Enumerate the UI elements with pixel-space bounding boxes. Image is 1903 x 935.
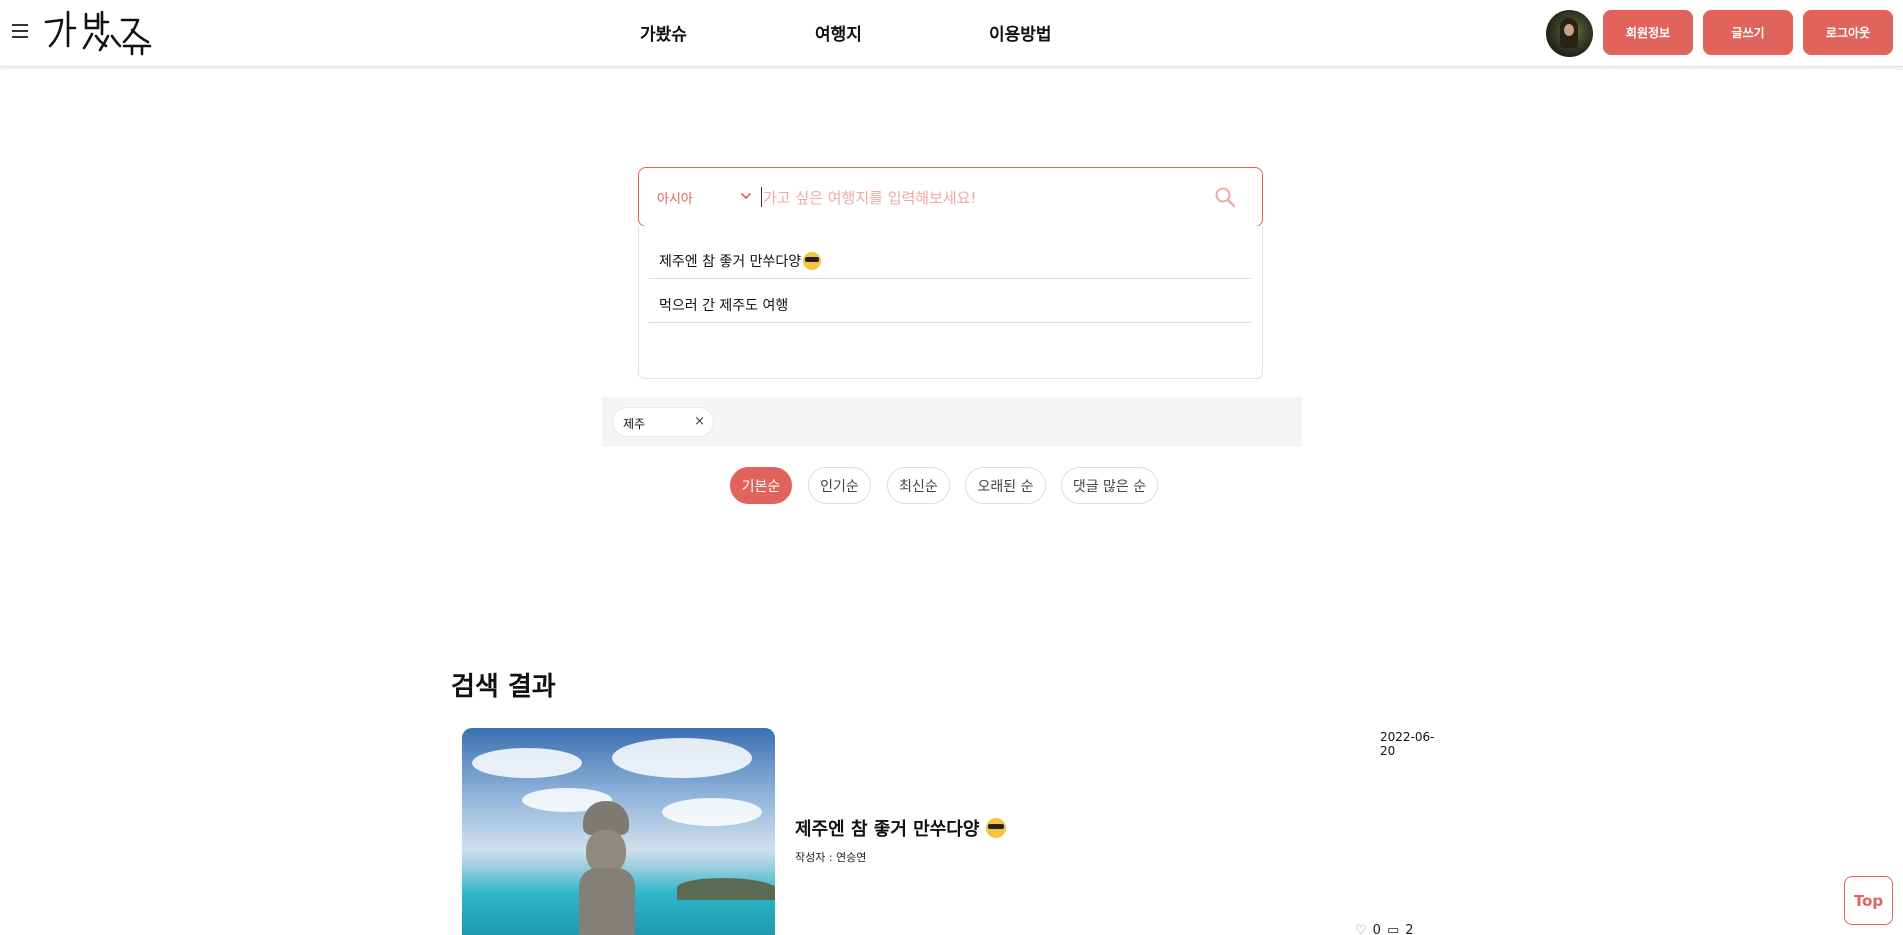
text-cursor <box>761 187 762 207</box>
sort-oldest-button[interactable]: 오래된 순 <box>965 467 1046 504</box>
sort-newest-button[interactable]: 최신순 <box>887 467 950 504</box>
comment-count: 2 <box>1405 923 1414 935</box>
results-heading: 검색 결과 <box>451 672 556 702</box>
post-title-text: 제주엔 참 좋거 만쑤다양 <box>795 819 980 840</box>
search-suggestions: 제주엔 참 좋거 만쑤다양 먹으러 간 제주도 여행 <box>638 226 1263 379</box>
suggestion-text: 제주엔 참 좋거 만쑤다양 <box>659 254 802 270</box>
search-icon[interactable] <box>1213 185 1237 209</box>
selected-tags-bar: 제주 × <box>602 397 1302 447</box>
search-bar: 아시아 <box>638 167 1263 227</box>
suggestion-item[interactable]: 먹으러 간 제주도 여행 <box>649 280 1251 323</box>
region-select[interactable]: 아시아 <box>657 188 693 207</box>
post-author: 작성자 : 연승연 <box>795 851 867 864</box>
post-date: 2022-06-20 <box>1380 730 1435 758</box>
tag-label: 제주 <box>623 417 646 431</box>
post-stats: ♡ 0 ▭ 2 <box>1355 923 1414 935</box>
post-title[interactable]: 제주엔 참 좋거 만쑤다양 <box>795 815 1006 841</box>
top-navbar: 가봤슈 여행지 이용방법 회원정보 글쓰기 로그아웃 <box>0 0 1903 67</box>
scroll-to-top-button[interactable]: Top <box>1844 876 1893 925</box>
sort-most-comments-button[interactable]: 댓글 많은 순 <box>1061 467 1158 504</box>
nav-link-destinations[interactable]: 여행지 <box>815 20 862 45</box>
tag-chip: 제주 × <box>612 407 714 437</box>
like-count: 0 <box>1372 923 1381 935</box>
sort-default-button[interactable]: 기본순 <box>730 467 792 504</box>
search-input[interactable] <box>763 182 1203 214</box>
nav-link-home[interactable]: 가봤슈 <box>640 20 687 45</box>
avatar[interactable] <box>1546 10 1593 57</box>
sort-popular-button[interactable]: 인기순 <box>808 467 871 504</box>
smiling-face-with-sunglasses-icon <box>985 818 1006 838</box>
comment-icon: ▭ <box>1386 923 1400 935</box>
profile-button[interactable]: 회원정보 <box>1603 10 1693 55</box>
hamburger-menu-icon[interactable] <box>12 24 28 38</box>
post-thumbnail[interactable] <box>462 728 775 935</box>
nav-link-how-to-use[interactable]: 이용방법 <box>989 20 1052 45</box>
close-icon[interactable]: × <box>694 414 705 429</box>
smiling-face-with-sunglasses-icon <box>803 252 822 270</box>
heart-icon[interactable]: ♡ <box>1355 923 1367 935</box>
site-logo[interactable] <box>44 6 156 56</box>
suggestion-text: 먹으러 간 제주도 여행 <box>659 298 789 314</box>
chevron-down-icon[interactable] <box>739 189 753 203</box>
write-button[interactable]: 글쓰기 <box>1703 10 1793 55</box>
result-card[interactable]: 2022-06-20 제주엔 참 좋거 만쑤다양 작성자 : 연승연 ♡ 0 ▭… <box>462 728 1442 935</box>
suggestion-item[interactable]: 제주엔 참 좋거 만쑤다양 <box>649 236 1251 279</box>
logout-button[interactable]: 로그아웃 <box>1803 10 1893 55</box>
